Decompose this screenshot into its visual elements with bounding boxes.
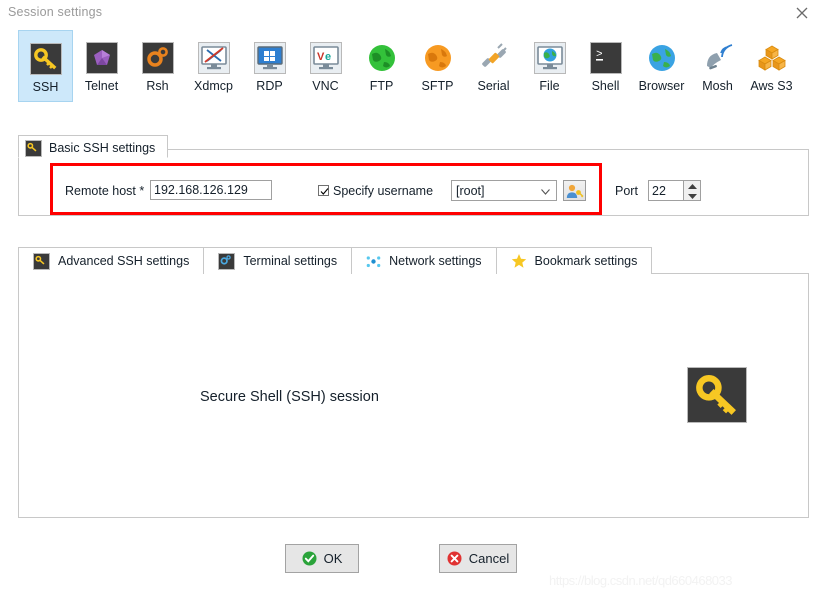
protocol-serial[interactable]: Serial	[466, 30, 521, 102]
serial-plug-icon	[478, 42, 510, 74]
protocol-label: Serial	[477, 79, 510, 93]
chevron-down-icon[interactable]	[684, 191, 700, 201]
tab-label: Basic SSH settings	[49, 141, 156, 155]
protocol-label: RDP	[256, 79, 283, 93]
chevron-down-icon	[541, 189, 550, 195]
protocol-telnet[interactable]: Telnet	[74, 30, 129, 102]
ok-label: OK	[323, 551, 343, 566]
terminal-gear-icon	[218, 252, 236, 270]
remote-host-input[interactable]	[150, 180, 272, 200]
ok-button[interactable]: OK	[285, 544, 359, 573]
close-glyph	[796, 7, 808, 19]
protocol-file[interactable]: File	[522, 30, 577, 102]
remote-host-label: Remote host *	[65, 184, 145, 198]
tab-label: Network settings	[389, 254, 482, 268]
close-icon[interactable]	[781, 0, 823, 28]
tab-label: Bookmark settings	[534, 254, 638, 268]
orange-globe-icon	[422, 42, 454, 74]
key-icon	[687, 367, 747, 423]
port-label: Port	[615, 184, 638, 198]
check-circle-icon	[302, 551, 317, 566]
key-icon	[33, 252, 50, 270]
protocol-label: FTP	[369, 79, 394, 93]
aws-boxes-icon	[756, 42, 788, 74]
green-globe-icon	[366, 42, 398, 74]
satellite-icon	[702, 42, 734, 74]
cancel-label: Cancel	[468, 551, 510, 566]
protocol-vnc[interactable]: V e VNC	[298, 30, 353, 102]
protocol-ssh[interactable]: SSH	[18, 30, 73, 102]
star-icon	[511, 253, 527, 269]
settings-tabstrip: Advanced SSH settings Terminal settings …	[18, 247, 653, 274]
tab-label: Advanced SSH settings	[58, 254, 190, 268]
protocol-label: Rsh	[146, 79, 169, 93]
port-stepper[interactable]	[683, 180, 701, 201]
protocol-label: Telnet	[84, 79, 119, 93]
protocol-ftp[interactable]: FTP	[354, 30, 409, 102]
file-monitor-icon	[533, 42, 566, 74]
protocol-aws-s3[interactable]: Aws S3	[744, 30, 799, 102]
user-key-icon[interactable]	[563, 180, 586, 201]
protocol-browser[interactable]: Browser	[634, 30, 689, 102]
down-glyph	[688, 194, 697, 199]
protocol-label: Mosh	[702, 79, 733, 93]
orange-gears-icon	[141, 42, 174, 74]
tab-label: Terminal settings	[243, 254, 338, 268]
protocol-rsh[interactable]: Rsh	[130, 30, 185, 102]
protocol-shell[interactable]: > Shell	[578, 30, 633, 102]
tab-advanced-ssh-settings[interactable]: Advanced SSH settings	[18, 247, 205, 274]
protocol-label: Aws S3	[750, 79, 793, 93]
vnc-monitor-icon: V e	[309, 42, 342, 74]
protocol-toolbar: SSH Telnet Rsh Xdmcp RDP V e VNC FTP SFT…	[0, 30, 827, 102]
key-icon	[29, 43, 62, 75]
protocol-label: VNC	[312, 79, 339, 93]
protocol-label: SFTP	[421, 79, 454, 93]
window-title: Session settings	[8, 5, 103, 19]
tab-network-settings[interactable]: Network settings	[351, 247, 497, 274]
protocol-label: SSH	[32, 80, 59, 94]
chevron-up-icon[interactable]	[684, 181, 700, 191]
svg-text:e: e	[325, 51, 331, 63]
tab-terminal-settings[interactable]: Terminal settings	[203, 247, 353, 274]
session-description: Secure Shell (SSH) session	[200, 389, 379, 405]
svg-text:V: V	[317, 51, 325, 63]
port-input[interactable]	[648, 180, 683, 201]
protocol-rdp[interactable]: RDP	[242, 30, 297, 102]
x-monitor-icon	[197, 42, 230, 74]
terminal-icon: >	[589, 42, 622, 74]
username-select[interactable]: [root]	[451, 180, 557, 201]
basic-ssh-settings-tab[interactable]: Basic SSH settings	[18, 135, 169, 158]
protocol-label: Xdmcp	[194, 79, 233, 93]
protocol-label: File	[539, 79, 560, 93]
specify-username-label: Specify username	[333, 184, 434, 198]
blue-globe-icon	[646, 42, 678, 74]
username-value: [root]	[456, 184, 485, 198]
protocol-label: Shell	[591, 79, 620, 93]
protocol-sftp[interactable]: SFTP	[410, 30, 465, 102]
title-bar: Session settings	[0, 0, 827, 28]
windows-monitor-icon	[253, 42, 286, 74]
protocol-label: Browser	[638, 79, 685, 93]
check-glyph	[320, 188, 329, 195]
watermark: https://blog.csdn.net/qd660468033	[549, 573, 733, 588]
network-nodes-icon	[366, 253, 381, 268]
tab-bookmark-settings[interactable]: Bookmark settings	[495, 247, 653, 274]
specify-username-checkbox[interactable]	[318, 185, 329, 196]
protocol-mosh[interactable]: Mosh	[690, 30, 745, 102]
key-icon	[25, 139, 42, 157]
up-glyph	[688, 184, 697, 189]
cancel-button[interactable]: Cancel	[439, 544, 517, 573]
x-circle-icon	[447, 551, 462, 566]
protocol-xdmcp[interactable]: Xdmcp	[186, 30, 241, 102]
purple-gem-icon	[85, 42, 118, 74]
